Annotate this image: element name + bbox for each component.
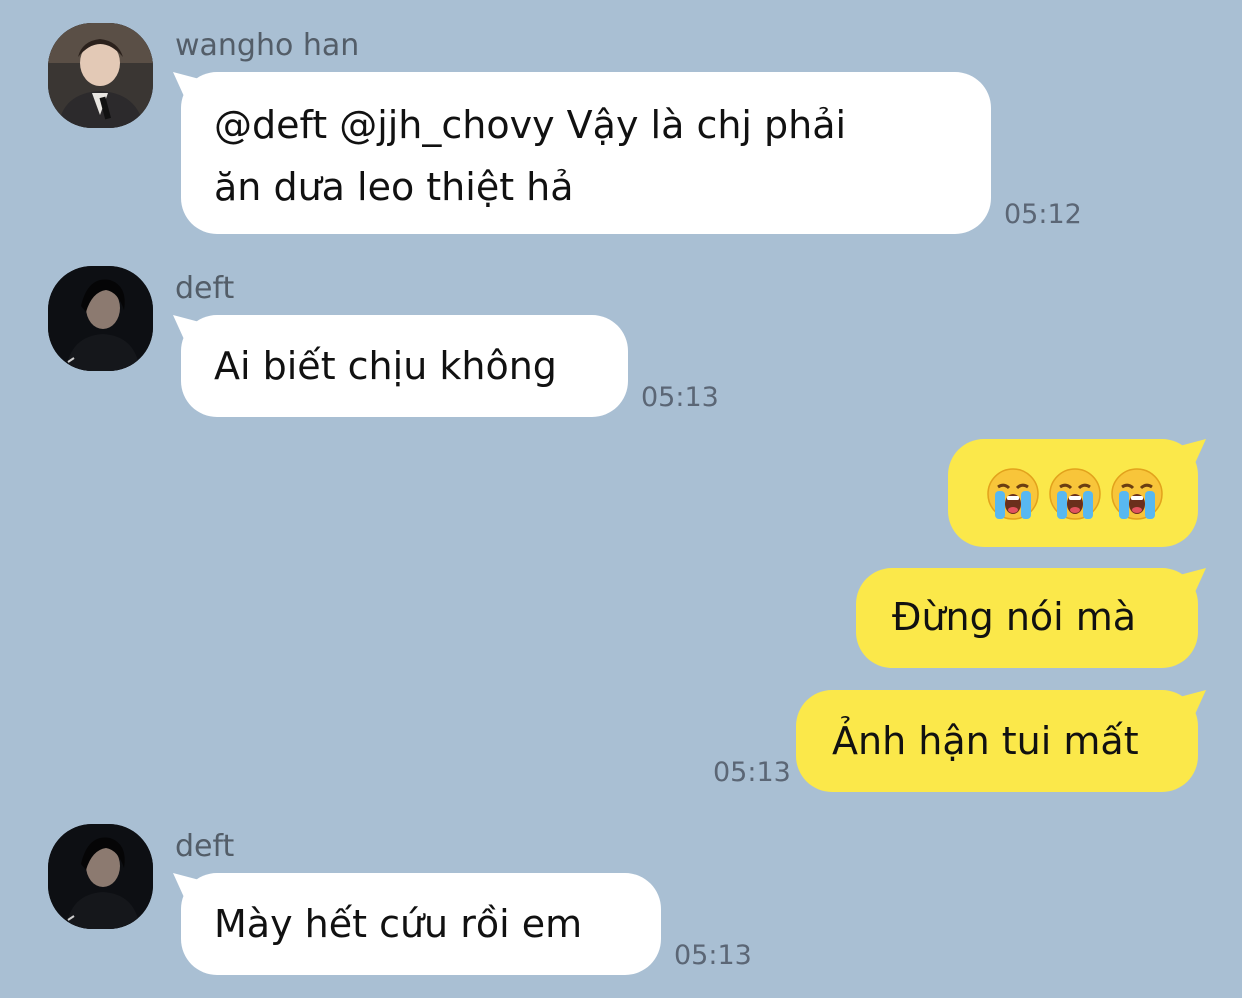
- loudly-crying-face-icon: [1111, 468, 1163, 520]
- person-photo-icon: [48, 266, 153, 371]
- avatar[interactable]: [48, 266, 153, 371]
- message-bubble[interactable]: Mày hết cứu rồi em: [181, 873, 661, 975]
- message-text: Đừng nói mà: [892, 595, 1137, 639]
- avatar[interactable]: [48, 824, 153, 929]
- avatar[interactable]: [48, 23, 153, 128]
- message-text: @deft @jjh_chovy Vậy là chj phải ăn dưa …: [214, 103, 847, 209]
- loudly-crying-face-icon: [1049, 468, 1101, 520]
- sender-name: deft: [175, 271, 235, 306]
- chat-room: wangho han @deft @jjh_chovy Vậy là chj p…: [0, 0, 1242, 998]
- emoji-row: [986, 467, 1164, 521]
- sender-name: wangho han: [175, 28, 360, 63]
- person-photo-icon: [48, 23, 153, 128]
- message-bubble[interactable]: Ai biết chịu không: [181, 315, 628, 417]
- message-timestamp: 05:12: [1004, 199, 1082, 230]
- message-text: Ai biết chịu không: [214, 344, 557, 388]
- message-bubble[interactable]: Đừng nói mà: [856, 568, 1198, 668]
- sender-name: deft: [175, 829, 235, 864]
- loudly-crying-face-icon: [987, 468, 1039, 520]
- message-text: Ảnh hận tui mất: [832, 719, 1139, 763]
- message-bubble[interactable]: [948, 439, 1198, 547]
- person-photo-icon: [48, 824, 153, 929]
- message-text: Mày hết cứu rồi em: [214, 902, 583, 946]
- message-timestamp: 05:13: [674, 940, 752, 971]
- message-timestamp: 05:13: [641, 382, 719, 413]
- message-timestamp: 05:13: [713, 757, 791, 788]
- message-bubble[interactable]: Ảnh hận tui mất: [796, 690, 1198, 792]
- message-bubble[interactable]: @deft @jjh_chovy Vậy là chj phải ăn dưa …: [181, 72, 991, 234]
